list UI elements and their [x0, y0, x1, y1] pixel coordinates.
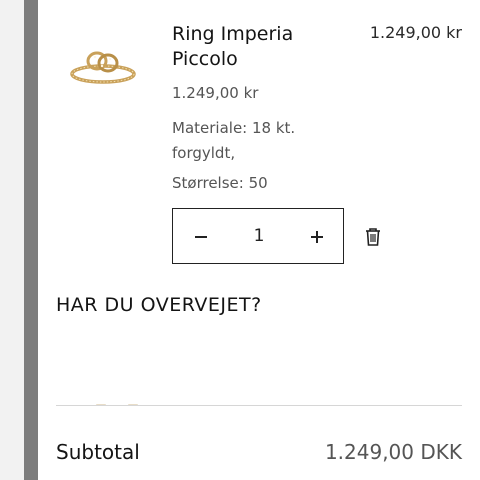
- cart-item-line-total: 1.249,00 kr: [369, 23, 462, 42]
- subtotal-value: 1.249,00 DKK: [324, 440, 462, 464]
- subtotal-label: Subtotal: [56, 440, 140, 464]
- cart-item-title[interactable]: Ring Imperia Piccolo: [172, 22, 362, 72]
- suggestions-heading: HAR DU OVERVEJET?: [56, 294, 262, 316]
- cart-item-size: Størrelse: 50: [172, 174, 268, 192]
- quantity-stepper: 1: [172, 208, 344, 264]
- trash-icon[interactable]: [362, 226, 384, 248]
- overlay-edge[interactable]: [24, 0, 38, 480]
- divider: [56, 405, 462, 406]
- background-page: [0, 0, 24, 480]
- increase-quantity-button[interactable]: [303, 223, 331, 251]
- minus-icon: [195, 236, 207, 238]
- cart-item-material: Materiale: 18 kt. forgyldt,: [172, 119, 296, 162]
- cart-item-price: 1.249,00 kr: [172, 84, 259, 102]
- gold-ring-icon[interactable]: [66, 44, 140, 88]
- plus-icon: [316, 231, 318, 243]
- quantity-value[interactable]: 1: [231, 209, 287, 263]
- decrease-quantity-button[interactable]: [187, 223, 215, 251]
